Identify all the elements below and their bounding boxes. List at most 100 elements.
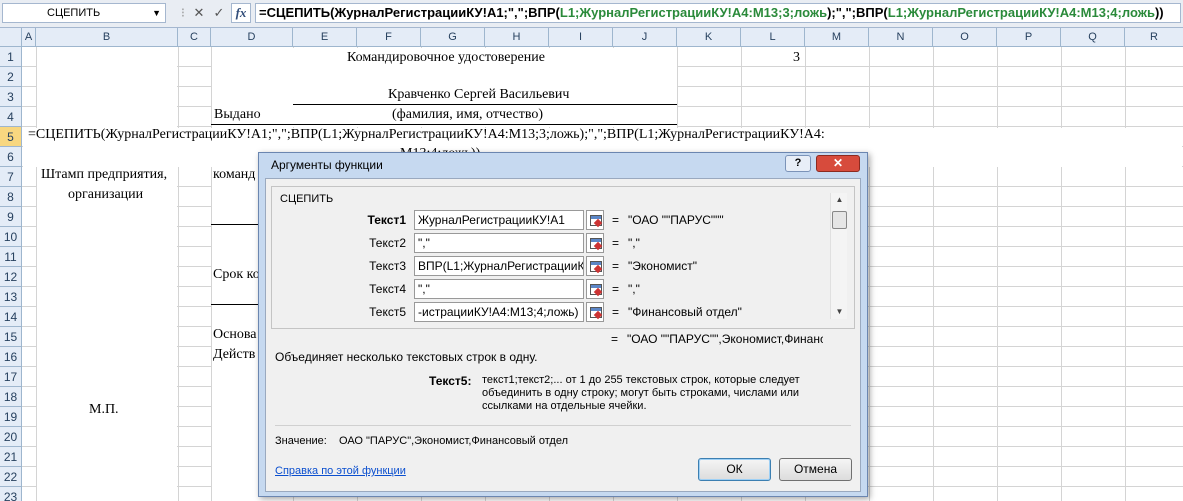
row-header[interactable]: 7 [0, 167, 22, 187]
row-header[interactable]: 10 [0, 227, 22, 247]
divider [275, 425, 851, 426]
row-header[interactable]: 18 [0, 387, 22, 407]
row-header[interactable]: 22 [0, 467, 22, 487]
name-box[interactable]: СЦЕПИТЬ ▼ [2, 3, 166, 23]
cell-editing-formula[interactable]: =СЦЕПИТЬ(ЖурналРегистрацииКУ!A1;",";ВПР(… [28, 127, 825, 143]
formula-input[interactable]: =СЦЕПИТЬ(ЖурналРегистрацииКУ!A1;",";ВПР(… [255, 3, 1181, 23]
person-name: Кравченко Сергей Васильевич [388, 87, 570, 102]
column-header[interactable]: K [677, 28, 741, 47]
formula-text: =СЦЕПИТЬ(ЖурналРегистрацииКУ!A1;",";ВПР( [259, 5, 560, 20]
result-equals: = [611, 332, 619, 346]
row-header[interactable]: 12 [0, 267, 22, 287]
column-header[interactable]: L [741, 28, 805, 47]
grid-line [1061, 47, 1062, 501]
function-arguments-group: СЦЕПИТЬ Текст1 ЖурналРегистрацииКУ!A1 = … [271, 186, 855, 329]
row-header[interactable]: 8 [0, 187, 22, 207]
column-header[interactable]: R [1125, 28, 1183, 47]
column-header[interactable]: E [293, 28, 357, 47]
row-header[interactable]: 11 [0, 247, 22, 267]
row-header[interactable]: 16 [0, 347, 22, 367]
column-header[interactable]: J [613, 28, 677, 47]
merged-cell-area [37, 168, 177, 500]
row-header[interactable]: 4 [0, 107, 22, 127]
dialog-help-button[interactable]: ? [785, 155, 811, 172]
select-all-corner[interactable] [0, 28, 22, 47]
column-header[interactable]: P [997, 28, 1061, 47]
column-header[interactable]: D [211, 28, 293, 47]
arg-input-text5[interactable]: -истрацииКУ!A4:M13;4;ложь) [414, 302, 584, 322]
row-header[interactable]: 23 [0, 487, 22, 501]
collapse-dialog-icon[interactable] [586, 256, 604, 276]
arg-value-text5: "Финансовый отдел" [628, 305, 742, 319]
signature-underline [293, 104, 677, 105]
arg-label-text5: Текст5 [369, 305, 406, 319]
merged-cell-area [37, 48, 177, 127]
column-header[interactable]: A [22, 28, 36, 47]
arg-input-text2[interactable]: "," [414, 233, 584, 253]
enter-formula-button[interactable]: ✓ [210, 4, 228, 22]
fio-hint: (фамилия, имя, отчество) [392, 107, 544, 122]
column-header[interactable]: N [869, 28, 933, 47]
column-header[interactable]: Q [1061, 28, 1125, 47]
scroll-thumb[interactable] [832, 211, 847, 229]
column-header[interactable]: I [549, 28, 613, 47]
dialog-title: Аргументы функции [271, 158, 383, 172]
column-header[interactable]: B [36, 28, 178, 47]
insert-function-button[interactable]: fx [231, 3, 251, 23]
formula-bar: СЦЕПИТЬ ▼ ⁝ ✕ ✓ fx =СЦЕПИТЬ(ЖурналРегист… [0, 0, 1183, 28]
column-header[interactable]: G [421, 28, 485, 47]
column-header[interactable]: M [805, 28, 869, 47]
column-header[interactable]: F [357, 28, 421, 47]
current-arg-description: текст1;текст2;... от 1 до 255 текстовых … [482, 374, 800, 412]
label-osnovanie: Основа [213, 327, 257, 342]
row-header[interactable]: 20 [0, 427, 22, 447]
arg-input-text4[interactable]: "," [414, 279, 584, 299]
row-header[interactable]: 6 [0, 147, 22, 167]
ok-button[interactable]: ОК [698, 458, 771, 481]
row-header[interactable]: 15 [0, 327, 22, 347]
grid-line [933, 47, 934, 501]
value-label: Значение: [275, 435, 327, 447]
collapse-dialog-icon[interactable] [586, 302, 604, 322]
cancel-button[interactable]: Отмена [779, 458, 852, 481]
arg-label-text2: Текст2 [369, 236, 406, 250]
cancel-formula-button[interactable]: ✕ [190, 4, 208, 22]
scroll-up-icon[interactable]: ▲ [831, 193, 848, 207]
row-header[interactable]: 13 [0, 287, 22, 307]
collapse-dialog-icon[interactable] [586, 210, 604, 230]
collapse-dialog-icon[interactable] [586, 279, 604, 299]
arg-input-text1[interactable]: ЖурналРегистрацииКУ!A1 [414, 210, 584, 230]
row-header[interactable]: 5 [0, 127, 22, 147]
chevron-down-icon[interactable]: ▼ [152, 4, 161, 22]
function-name: СЦЕПИТЬ [280, 193, 334, 205]
row-header[interactable]: 2 [0, 67, 22, 87]
grid-line [869, 47, 870, 501]
signature-underline [211, 304, 258, 305]
row-header[interactable]: 14 [0, 307, 22, 327]
column-header[interactable]: C [178, 28, 211, 47]
collapse-dialog-icon[interactable] [586, 233, 604, 253]
row-header[interactable]: 1 [0, 47, 22, 67]
label-komand: команд [213, 167, 256, 182]
scroll-down-icon[interactable]: ▼ [831, 305, 848, 319]
column-header[interactable]: O [933, 28, 997, 47]
row-header[interactable]: 3 [0, 87, 22, 107]
arguments-scrollbar[interactable]: ▲ ▼ [830, 193, 847, 319]
dialog-close-button[interactable]: ✕ [816, 155, 860, 172]
row-header[interactable]: 17 [0, 367, 22, 387]
arg-equals: = [612, 259, 620, 273]
function-arguments-dialog: Аргументы функции ? ✕ СЦЕПИТЬ Текст1 Жур… [258, 152, 868, 497]
signature-underline [211, 224, 258, 225]
arg-input-text3[interactable]: ВПР(L1;ЖурналРегистрацииКУ!. [414, 256, 584, 276]
grid-line [1125, 47, 1126, 501]
row-header[interactable]: 21 [0, 447, 22, 467]
arg-label-text4: Текст4 [369, 282, 406, 296]
column-header[interactable]: H [485, 28, 549, 47]
formula-result-value: ОАО "ПАРУС",Экономист,Финансовый отдел [339, 435, 568, 447]
function-description: Объединяет несколько текстовых строк в о… [275, 350, 538, 364]
function-help-link[interactable]: Справка по этой функции [275, 465, 406, 477]
arg-value-text3: "Экономист" [628, 259, 697, 273]
label-vydano: Выдано [214, 107, 261, 122]
row-header[interactable]: 19 [0, 407, 22, 427]
row-header[interactable]: 9 [0, 207, 22, 227]
